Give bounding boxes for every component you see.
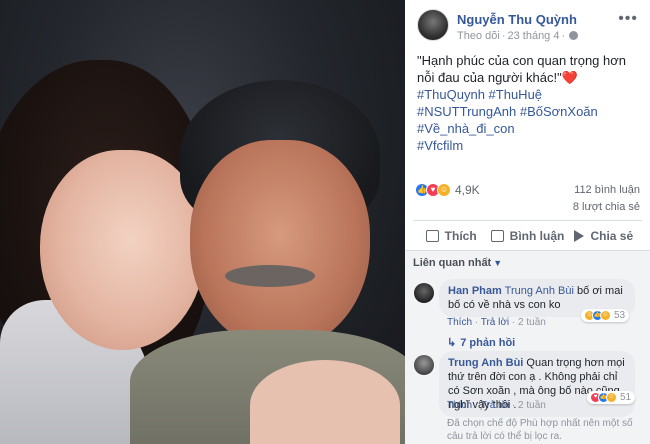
comment-author[interactable]: Trung Anh Bùi xyxy=(448,357,523,369)
comment-sort-dropdown[interactable]: Liên quan nhất ▼ xyxy=(413,257,502,269)
comment-icon xyxy=(490,229,504,242)
comment-label: Bình luận xyxy=(509,228,565,243)
hashtag-line[interactable]: #Vfcfilm xyxy=(417,137,638,154)
reaction-summary[interactable]: 👍 ♥ ☺ 4,9K xyxy=(415,183,480,197)
photo-mustache xyxy=(225,265,315,287)
hashtag-line[interactable]: #ThuQuynh #ThuHuệ xyxy=(417,86,638,103)
comment-time[interactable]: 2 tuần xyxy=(518,400,546,411)
post-header: Nguyễn Thu Quỳnh Theo dõi · 23 tháng 4 · ••… xyxy=(405,0,650,50)
share-label: Chia sẻ xyxy=(590,228,634,243)
comment-reaction-count: 53 xyxy=(614,310,626,321)
comment-reply-link[interactable]: Trả lời xyxy=(481,317,509,328)
author-avatar[interactable] xyxy=(417,9,449,41)
post-photo[interactable] xyxy=(0,0,405,444)
commenter-avatar[interactable] xyxy=(414,355,434,375)
comment-time[interactable]: 2 tuần xyxy=(518,317,546,328)
comment-count[interactable]: 112 bình luận xyxy=(574,184,640,196)
post-panel: Nguyễn Thu Quỳnh Theo dõi · 23 tháng 4 · ••… xyxy=(405,0,650,444)
like-label: Thích xyxy=(444,228,477,243)
photo-arm xyxy=(250,360,400,444)
post-date[interactable]: 23 tháng 4 xyxy=(507,30,559,42)
reply-arrow-icon: ↳ xyxy=(447,337,457,349)
share-icon xyxy=(574,229,585,242)
more-options-button[interactable]: ••• xyxy=(618,10,638,28)
comment-reactions[interactable]: ♥ 👍 ☺ 51 xyxy=(587,391,636,404)
post-actions: Thích Bình luận Chia sẻ xyxy=(413,220,642,250)
post-quote: "Hạnh phúc của con quan trọng hơn nỗi đa… xyxy=(417,53,627,85)
post-stats: 👍 ♥ ☺ 4,9K 112 bình luận 8 lượt chia sẻ xyxy=(405,181,650,221)
comment-like-link[interactable]: Thích xyxy=(447,400,472,411)
commenter-avatar[interactable] xyxy=(414,283,434,303)
comment-actions: Thích · Trả lời · 2 tuần xyxy=(447,317,546,328)
comment-actions: Thích · Trả lời · 2 tuần xyxy=(447,400,546,411)
comment-mention[interactable]: Trung Anh Bùi xyxy=(505,285,574,297)
post-text: "Hạnh phúc của con quan trọng hơn nỗi đa… xyxy=(405,50,650,86)
heart-emoji: ❤️ xyxy=(561,70,578,85)
share-count[interactable]: 8 lượt chia sẻ xyxy=(573,201,640,213)
post-meta: Theo dõi · 23 tháng 4 · xyxy=(457,30,579,42)
comment-reply-link[interactable]: Trả lời xyxy=(481,400,509,411)
thumbs-up-icon xyxy=(425,229,439,242)
filter-note: Đã chọn chế độ Phù hợp nhất nên một số c… xyxy=(447,418,633,442)
haha-reaction-icon: ☺ xyxy=(606,392,617,403)
comment-author[interactable]: Han Pham xyxy=(448,285,502,297)
hashtag-line[interactable]: #NSUTTrungAnh #BốSơnXoăn xyxy=(417,103,638,120)
caret-down-icon: ▼ xyxy=(493,258,503,268)
comments-section: Liên quan nhất ▼ Han Pham Trung Anh Bùi b… xyxy=(405,250,650,444)
photo-face-man xyxy=(190,140,370,350)
comment-button[interactable]: Bình luận xyxy=(489,221,565,250)
globe-icon xyxy=(569,31,579,40)
hashtag-line[interactable]: #Về_nhà_đi_con xyxy=(417,120,638,137)
comment-like-link[interactable]: Thích xyxy=(447,317,472,328)
hashtag-list: #ThuQuynh #ThuHuệ #NSUTTrungAnh #BốSơnXo… xyxy=(405,86,650,154)
view-replies-link[interactable]: ↳ 7 phản hồi xyxy=(447,336,515,349)
follow-link[interactable]: Theo dõi xyxy=(457,30,500,42)
author-name[interactable]: Nguyễn Thu Quỳnh xyxy=(457,12,577,27)
like-button[interactable]: Thích xyxy=(413,221,489,250)
share-button[interactable]: Chia sẻ xyxy=(566,221,642,250)
replies-label: 7 phản hồi xyxy=(460,337,516,349)
reaction-count: 4,9K xyxy=(455,183,480,197)
comment-reactions[interactable]: ☺ 👍 ☺ 53 xyxy=(581,309,630,322)
haha-reaction-icon: ☺ xyxy=(437,183,451,197)
sort-label: Liên quan nhất xyxy=(413,257,492,269)
laugh-reaction-icon: ☺ xyxy=(600,310,611,321)
comment-reaction-count: 51 xyxy=(620,392,632,403)
